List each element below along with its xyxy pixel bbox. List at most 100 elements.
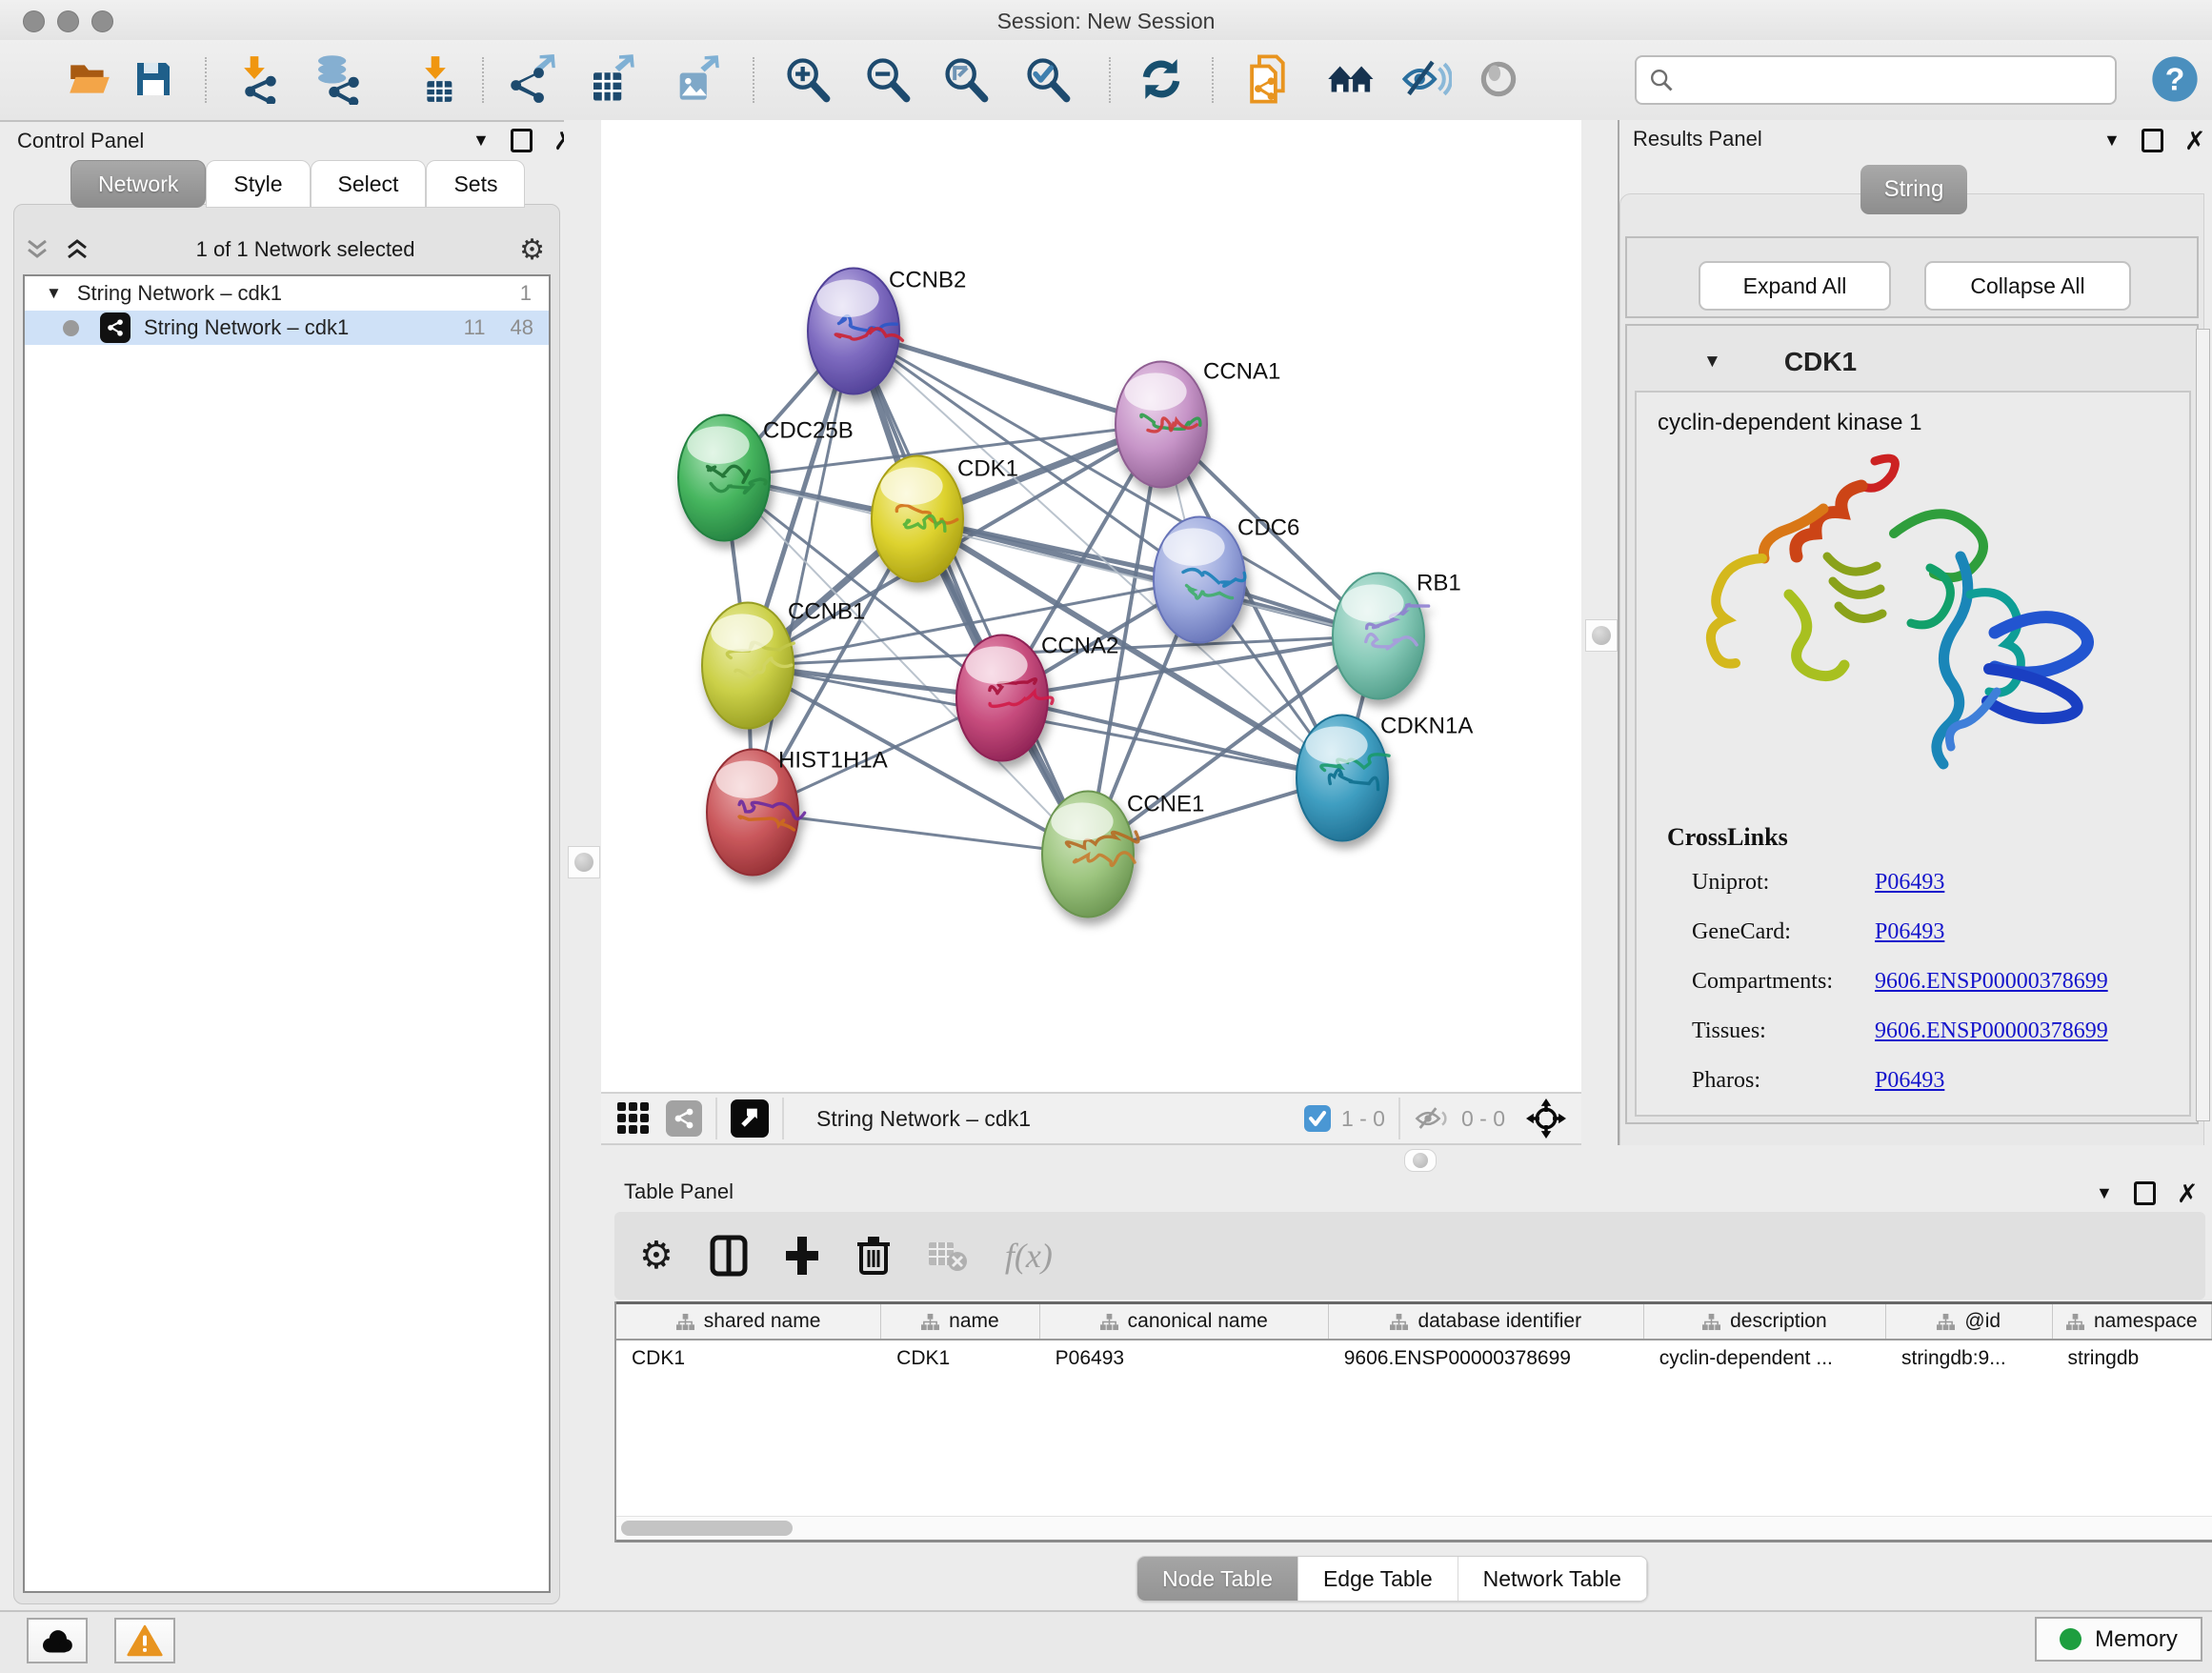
panel-close-icon[interactable]: ✗ <box>2177 1184 2199 1203</box>
gear-icon[interactable]: ⚙ <box>519 233 545 267</box>
column-header-database-identifier[interactable]: database identifier <box>1329 1304 1644 1339</box>
column-header-canonical-name[interactable]: canonical name <box>1040 1304 1329 1339</box>
table-settings-gear-icon[interactable]: ⚙ <box>639 1234 674 1278</box>
save-session-icon[interactable] <box>124 50 183 109</box>
network-row[interactable]: String Network – cdk1 11 48 <box>25 311 549 345</box>
node-CCNB1[interactable] <box>702 603 794 729</box>
export-table-icon[interactable] <box>581 50 640 109</box>
help-icon[interactable]: ? <box>2145 50 2204 109</box>
birds-eye-toggle-icon[interactable] <box>1469 50 1528 109</box>
refresh-icon[interactable] <box>1132 50 1191 109</box>
node-CCNE1[interactable] <box>1042 792 1138 917</box>
panel-collapse-icon[interactable]: ▼ <box>2096 1183 2113 1203</box>
import-network-database-icon[interactable] <box>306 50 365 109</box>
node-CDKN1A[interactable] <box>1297 716 1389 841</box>
birds-eye-open-icon[interactable] <box>731 1099 769 1138</box>
delete-table-icon[interactable] <box>927 1237 969 1275</box>
horizontal-splitter-handle[interactable] <box>1404 1149 1437 1172</box>
export-image-icon[interactable] <box>667 50 726 109</box>
tab-string[interactable]: String <box>1860 165 1967 214</box>
left-splitter-handle[interactable] <box>568 846 600 878</box>
table-row[interactable]: CDK1CDK1P064939606.ENSP00000378699cyclin… <box>616 1340 2212 1377</box>
grid-view-icon[interactable] <box>616 1101 651 1136</box>
pan-crosshair-icon[interactable] <box>1526 1099 1566 1139</box>
memory-button[interactable]: Memory <box>2035 1617 2202 1662</box>
edge-CCNB2-HIST1H1A[interactable] <box>753 332 854 813</box>
node-RB1[interactable] <box>1333 574 1429 699</box>
zoom-out-icon[interactable] <box>857 50 916 109</box>
houses-icon[interactable] <box>1322 50 1381 109</box>
hidden-eye-icon[interactable] <box>1414 1104 1452 1133</box>
node-CCNA1[interactable] <box>1116 362 1207 488</box>
import-network-file-icon[interactable] <box>225 50 284 109</box>
panel-float-icon[interactable] <box>2142 129 2163 152</box>
cloud-status-button[interactable] <box>27 1618 88 1663</box>
zoom-in-icon[interactable] <box>777 50 836 109</box>
panel-collapse-icon[interactable]: ▼ <box>2103 131 2121 151</box>
scrollbar-thumb[interactable] <box>621 1521 793 1536</box>
search-input[interactable] <box>1675 67 2098 93</box>
results-scrollbar[interactable] <box>2196 329 2210 1121</box>
edge-CCNA2-CDKN1A[interactable] <box>1002 698 1342 778</box>
show-columns-icon[interactable] <box>710 1235 748 1277</box>
network-view-type-icon[interactable] <box>666 1100 702 1137</box>
panel-float-icon[interactable] <box>511 129 533 152</box>
tree-expand-icon[interactable]: ▼ <box>46 284 62 303</box>
collapse-all-icon[interactable] <box>23 237 51 262</box>
table-cell: stringdb:9... <box>1886 1340 2053 1377</box>
crosslink-label: Tissues: <box>1692 1018 1875 1044</box>
table-horizontal-scrollbar[interactable] <box>616 1516 2212 1540</box>
tab-select[interactable]: Select <box>311 160 427 208</box>
hide-graphics-details-icon[interactable] <box>1397 50 1456 109</box>
node-CDC25B[interactable] <box>678 415 770 541</box>
gene-collapse-icon[interactable]: ▼ <box>1703 352 1721 373</box>
crosslink-link[interactable]: P06493 <box>1875 870 1944 896</box>
column-header-name[interactable]: name <box>881 1304 1040 1339</box>
column-header-id[interactable]: @id <box>1886 1304 2052 1339</box>
zoom-selected-icon[interactable] <box>1017 50 1076 109</box>
column-header-description[interactable]: description <box>1644 1304 1886 1339</box>
node-label-CCNA1: CCNA1 <box>1203 359 1280 385</box>
crosslink-link[interactable]: 9606.ENSP00000378699 <box>1875 969 2108 995</box>
results-panel-title: Results Panel <box>1633 127 1762 151</box>
delete-column-icon[interactable] <box>856 1235 891 1277</box>
export-network-icon[interactable] <box>503 50 562 109</box>
open-session-icon[interactable] <box>60 50 119 109</box>
expand-all-button[interactable]: Expand All <box>1699 261 1891 311</box>
zoom-fit-icon[interactable] <box>935 50 995 109</box>
selected-checkbox-icon[interactable] <box>1303 1104 1332 1133</box>
gene-section-header[interactable]: ▼ CDK1 <box>1635 341 2191 383</box>
panel-close-icon[interactable]: ✗ <box>2184 131 2206 151</box>
gene-detail-box: cyclin-dependent kinase 1 CrossLinks Uni… <box>1635 391 2191 1117</box>
network-collection-row[interactable]: ▼ String Network – cdk1 1 <box>25 276 549 311</box>
column-header-namespace[interactable]: namespace <box>2053 1304 2212 1339</box>
tab-edge-table[interactable]: Edge Table <box>1298 1557 1458 1601</box>
panel-collapse-icon[interactable]: ▼ <box>473 131 490 151</box>
tab-sets[interactable]: Sets <box>426 160 525 208</box>
function-builder-icon[interactable]: f(x) <box>1005 1236 1053 1276</box>
crosslink-link[interactable]: 9606.ENSP00000378699 <box>1875 1018 2108 1044</box>
collapse-all-button[interactable]: Collapse All <box>1924 261 2131 311</box>
toolbar-search[interactable] <box>1635 55 2117 105</box>
tab-style[interactable]: Style <box>206 160 310 208</box>
edge-CCNB2-CCNA1[interactable] <box>854 332 1161 425</box>
import-table-file-icon[interactable] <box>406 50 465 109</box>
node-CDC6[interactable] <box>1154 517 1245 643</box>
crosslink-link[interactable]: P06493 <box>1875 919 1944 945</box>
gene-description: cyclin-dependent kinase 1 <box>1637 393 2189 436</box>
column-header-shared-name[interactable]: shared name <box>616 1304 881 1339</box>
panel-float-icon[interactable] <box>2134 1181 2156 1205</box>
tab-network-table[interactable]: Network Table <box>1458 1557 1647 1601</box>
tab-network[interactable]: Network <box>70 160 206 208</box>
warning-status-button[interactable] <box>114 1618 175 1663</box>
right-splitter-handle[interactable] <box>1585 619 1618 652</box>
tab-node-table[interactable]: Node Table <box>1137 1557 1298 1601</box>
clone-network-icon[interactable] <box>1238 50 1297 109</box>
add-column-icon[interactable] <box>784 1235 820 1277</box>
node-CDK1[interactable] <box>872 456 963 582</box>
edge-HIST1H1A-CCNE1[interactable] <box>753 813 1088 855</box>
expand-all-icon[interactable] <box>63 237 91 262</box>
network-canvas[interactable]: CCNB2CCNA1CDC25BCDK1CDC6RB1CCNB1CCNA2CDK… <box>601 120 1581 1092</box>
edge-CCNB2-CCNE1[interactable] <box>854 332 1088 855</box>
crosslink-link[interactable]: P06493 <box>1875 1068 1944 1094</box>
